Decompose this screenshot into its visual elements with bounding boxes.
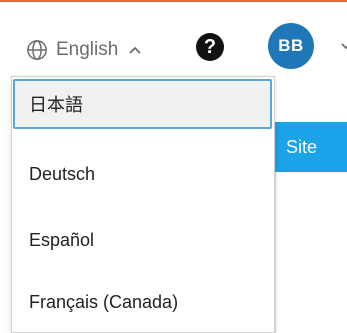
language-option-japanese[interactable]: 日本語	[13, 79, 272, 129]
divider	[275, 172, 276, 333]
current-language-label: English	[56, 39, 119, 60]
language-selector-toggle[interactable]: English	[26, 36, 142, 64]
language-option-french-canada[interactable]: Français (Canada)	[12, 273, 274, 331]
page: English ? BB Site 日本語 Deutsch Español Fr…	[0, 0, 347, 333]
language-option-german[interactable]: Deutsch	[12, 145, 274, 203]
globe-icon	[27, 40, 47, 60]
chevron-down-icon[interactable]	[341, 41, 347, 51]
chevron-up-icon	[129, 46, 141, 54]
site-button[interactable]: Site	[272, 122, 347, 172]
help-icon[interactable]: ?	[196, 33, 224, 61]
user-avatar[interactable]: BB	[268, 23, 314, 69]
language-dropdown: 日本語 Deutsch Español Français (Canada)	[11, 76, 275, 333]
language-option-spanish[interactable]: Español	[12, 211, 274, 269]
